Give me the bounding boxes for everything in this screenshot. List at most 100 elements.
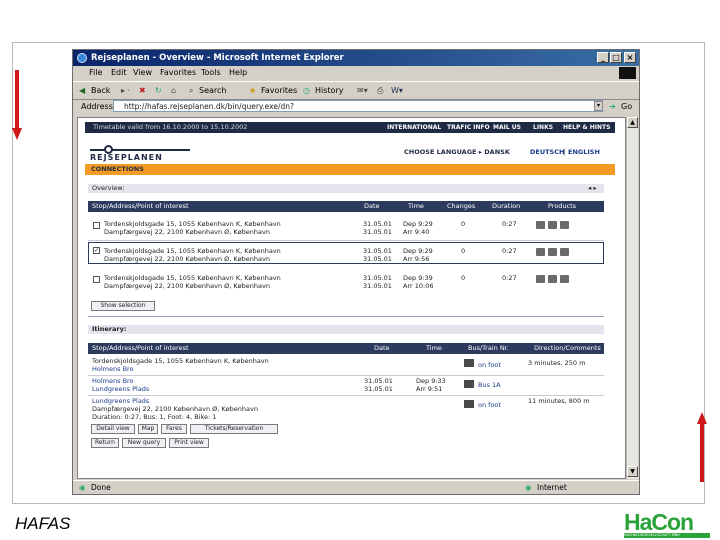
red-arrow-right-icon (697, 412, 707, 482)
map-button[interactable]: Map (138, 424, 158, 434)
rejseplanen-logo[interactable]: REJSEPLANEN (90, 140, 200, 166)
minimize-button[interactable]: _ (597, 52, 609, 63)
scroll-down-icon[interactable]: ▼ (627, 466, 638, 477)
page-done-icon: ◉ (79, 483, 86, 492)
row-checkbox-checked[interactable]: ✓ (93, 247, 100, 254)
nav-help-hints[interactable]: HELP & HINTS (563, 122, 610, 133)
ie-logo-icon (77, 53, 87, 63)
status-text: Done (91, 483, 111, 492)
menu-bar: File Edit View Favorites Tools Help (73, 66, 639, 80)
section-title: CONNECTIONS (91, 165, 144, 173)
browser-window: Rejseplanen - Overview - Microsoft Inter… (72, 49, 640, 495)
menu-help[interactable]: Help (229, 66, 247, 80)
menu-tools[interactable]: Tools (201, 66, 221, 80)
window-titlebar: Rejseplanen - Overview - Microsoft Inter… (73, 50, 639, 66)
stop-icon[interactable]: ✖ (139, 82, 146, 99)
refresh-icon[interactable]: ↻ (155, 82, 162, 99)
lang-deutsch[interactable]: DEUTSCH (530, 148, 564, 156)
nav-international[interactable]: INTERNATIONAL (387, 122, 441, 133)
close-button[interactable]: × (624, 52, 636, 63)
windows-logo-icon (619, 67, 636, 79)
lang-english[interactable]: ENGLISH (568, 148, 600, 156)
overview-column-header: Stop/Address/Point of interest Date Time… (88, 201, 604, 212)
fares-button[interactable]: Fares (161, 424, 187, 434)
timetable-band: Timetable valid from 16.10.2000 to 15.10… (85, 122, 615, 133)
train-icon (548, 275, 557, 283)
train-icon (548, 221, 557, 229)
home-icon[interactable]: ⌂ (171, 82, 176, 99)
bus-icon (536, 275, 545, 283)
show-selection-button[interactable]: Show selection (91, 301, 155, 311)
hacon-logo-subtitle: INGENIEURGESELLSCHAFT MBH (624, 533, 710, 538)
bus-icon (536, 248, 545, 256)
choose-language-label: CHOOSE LANGUAGE ▸ DANSK (404, 148, 510, 156)
address-label: Address (81, 102, 113, 111)
menu-file[interactable]: File (89, 66, 102, 80)
maximize-button[interactable]: □ (610, 52, 622, 63)
section-bar: CONNECTIONS (85, 164, 615, 175)
toolbar: ◀ Back ▸ · ✖ ↻ ⌂ ⌕ Search ★ Favorites ◷ … (73, 81, 639, 100)
menu-favorites[interactable]: Favorites (160, 66, 196, 80)
window-title: Rejseplanen - Overview - Microsoft Inter… (91, 53, 344, 63)
go-button[interactable]: Go (621, 99, 632, 114)
back-button[interactable]: Back (91, 82, 110, 99)
edit-icon[interactable]: W▾ (391, 82, 403, 99)
walk-icon (464, 359, 474, 367)
status-bar: ◉ Done ◉ Internet (73, 480, 639, 494)
menu-edit[interactable]: Edit (111, 66, 127, 80)
zone-text: Internet (537, 483, 567, 492)
detail-view-button[interactable]: Detail view (91, 424, 135, 434)
tickets-reservation-button[interactable]: Tickets/Reservation (190, 424, 278, 434)
nav-trafic-info[interactable]: TRAFIC INFO (447, 122, 490, 133)
hacon-logo: HaCon INGENIEURGESELLSCHAFT MBH (624, 509, 710, 539)
print-icon[interactable]: ⎙ (377, 82, 383, 99)
stop-link[interactable]: Lundgreens Plads (92, 385, 149, 393)
walk-icon (560, 275, 569, 283)
menu-view[interactable]: View (133, 66, 152, 80)
address-input[interactable]: http://hafas.rejseplanen.dk/bin/query.ex… (113, 100, 603, 112)
return-button[interactable]: Return (91, 438, 119, 448)
forward-arrow-icon[interactable]: ▸ · (121, 82, 130, 99)
lang-separator: | (563, 148, 566, 156)
go-arrow-icon: ➔ (609, 102, 616, 111)
hafas-label: HAFAS (15, 514, 71, 533)
nav-links[interactable]: LINKS (533, 122, 553, 133)
red-arrow-left-icon (12, 70, 22, 140)
stop-link[interactable]: Holmens Bro (92, 365, 134, 373)
page-viewport: Timetable valid from 16.10.2000 to 15.10… (77, 117, 626, 479)
walk-icon (464, 400, 474, 408)
itinerary-heading: Itinerary: (88, 325, 604, 334)
stop-link[interactable]: Holmens Bro (92, 377, 134, 385)
nav-mail-us[interactable]: MAIL US (493, 122, 521, 133)
favorites-button[interactable]: Favorites (261, 82, 297, 99)
mode-link[interactable]: Bus 1A (478, 381, 501, 389)
overview-heading: Overview: ◂ ▸ (88, 184, 604, 193)
row-checkbox[interactable] (93, 222, 100, 229)
stop-link[interactable]: Lundgreens Plads (92, 397, 149, 405)
address-bar: Address http://hafas.rejseplanen.dk/bin/… (73, 99, 639, 114)
search-icon: ⌕ (189, 86, 194, 95)
scroll-up-icon[interactable]: ▲ (627, 117, 638, 128)
train-icon (548, 248, 557, 256)
search-button[interactable]: Search (199, 82, 226, 99)
overview-pager-icon[interactable]: ◂ ▸ (588, 184, 597, 193)
itinerary-column-header: Stop/Address/Point of interest Date Time… (88, 343, 604, 354)
mode-link[interactable]: on foot (478, 401, 501, 409)
new-query-button[interactable]: New query (122, 438, 166, 448)
hacon-logo-text: HaCon (624, 509, 694, 535)
print-view-button[interactable]: Print view (169, 438, 209, 448)
history-button[interactable]: History (315, 82, 343, 99)
bus-icon (536, 221, 545, 229)
history-icon: ◷ (303, 86, 310, 95)
mail-icon[interactable]: ✉▾ (357, 82, 368, 99)
logo-text: REJSEPLANEN (90, 153, 163, 162)
mode-link[interactable]: on foot (478, 361, 501, 369)
internet-zone-icon: ◉ (525, 483, 532, 492)
timetable-validity: Timetable valid from 16.10.2000 to 15.10… (93, 123, 248, 131)
walk-icon (560, 248, 569, 256)
favorites-icon: ★ (249, 86, 257, 95)
row-checkbox[interactable] (93, 276, 100, 283)
bus-icon (464, 380, 474, 388)
address-dropdown-icon[interactable]: ▾ (594, 101, 603, 111)
vertical-scrollbar[interactable]: ▲ ▼ (626, 117, 638, 479)
